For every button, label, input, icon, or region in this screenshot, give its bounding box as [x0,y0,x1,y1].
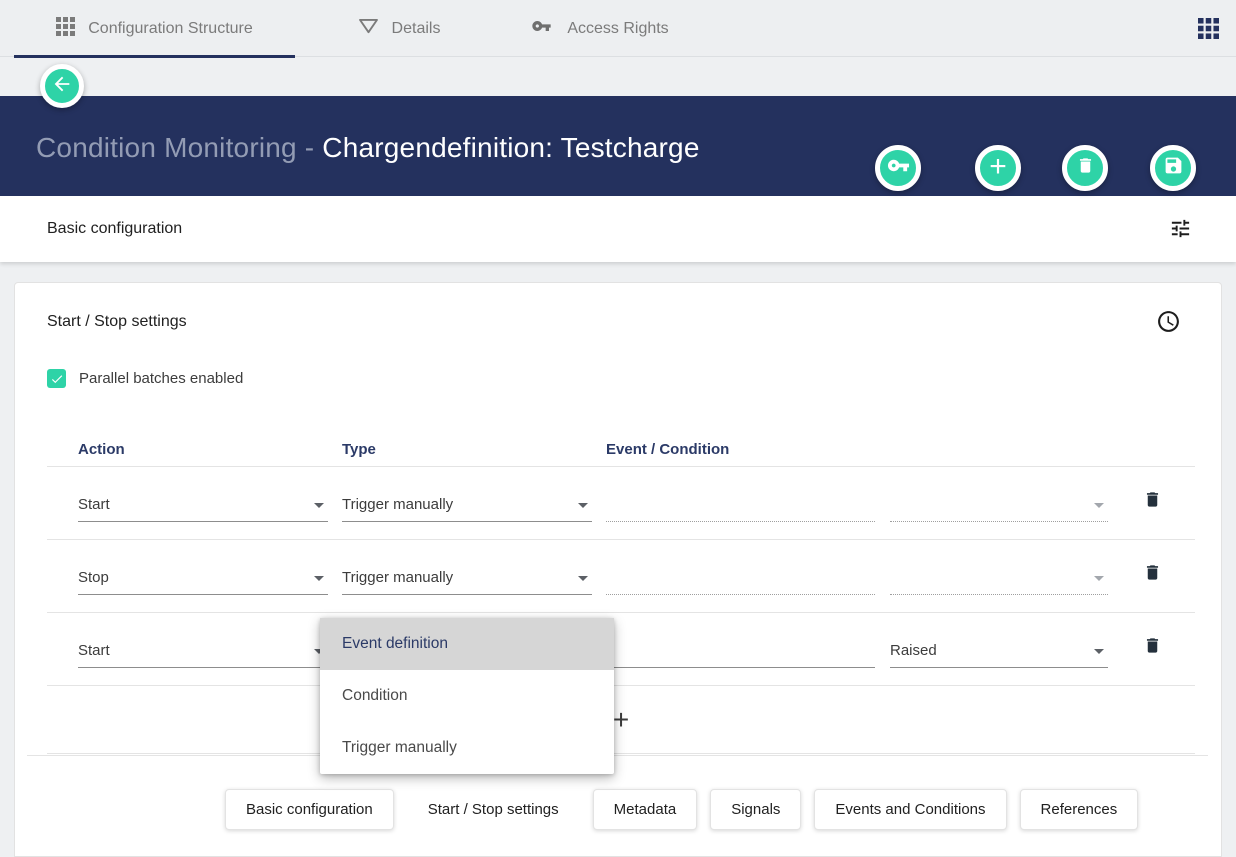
nav-chip-signals[interactable]: Signals [710,789,801,830]
back-button[interactable] [40,64,84,108]
nav-chip-basic-configuration[interactable]: Basic configuration [225,789,394,830]
table-row: Start Raised [47,613,1195,686]
tab-configuration-structure[interactable]: Configuration Structure [14,0,295,57]
page-title-main: Chargendefinition: Testcharge [322,132,699,163]
key-icon [529,16,554,41]
top-tab-bar: Configuration Structure Details Access R… [0,0,1236,57]
tab-label: Configuration Structure [88,20,253,38]
save-icon [1163,155,1184,181]
chevron-down-icon [1094,649,1104,654]
action-select[interactable]: Stop [78,557,328,595]
app-window: Configuration Structure Details Access R… [0,0,1236,857]
state-select[interactable] [890,484,1108,522]
add-button[interactable]: + [975,145,1021,191]
key-icon [887,154,910,182]
bottom-nav: Basic configuration Start / Stop setting… [225,789,1138,830]
chevron-down-icon [578,576,588,581]
column-header-type: Type [342,441,376,458]
nav-chip-references[interactable]: References [1020,789,1139,830]
menu-item-event-definition[interactable]: Event definition [320,618,614,670]
access-key-button[interactable] [875,145,921,191]
funnel-icon [358,18,379,40]
table-header-row: Action Type Event / Condition [47,441,1195,467]
start-stop-table: Action Type Event / Condition Start Trig… [47,441,1195,754]
page-title: Condition Monitoring - Chargendefinition… [36,132,700,164]
event-condition-input[interactable] [606,557,875,595]
chevron-down-icon [1094,503,1104,508]
action-value: Start [78,496,110,513]
apps-grid-icon[interactable] [1198,18,1219,44]
row-delete-button[interactable] [1143,489,1162,515]
basic-configuration-bar: Basic configuration [0,196,1236,262]
chevron-down-icon [578,503,588,508]
chevron-down-icon [1094,576,1104,581]
action-select[interactable]: Start [78,484,328,522]
checkbox-label: Parallel batches enabled [79,370,243,387]
state-select[interactable]: Raised [890,630,1108,668]
menu-item-trigger-manually[interactable]: Trigger manually [320,722,614,774]
column-header-event-condition: Event / Condition [606,441,729,458]
panel-title: Start / Stop settings [47,313,187,331]
start-stop-settings-card: Start / Stop settings Parallel batches e… [14,282,1222,857]
tab-details[interactable]: Details [338,0,460,57]
trash-icon [1076,155,1095,181]
save-button[interactable] [1150,145,1196,191]
arrow-left-icon [51,73,73,100]
tab-access-rights[interactable]: Access Rights [506,0,692,57]
row-delete-button[interactable] [1143,635,1162,661]
type-select[interactable]: Trigger manually [342,484,592,522]
page-title-prefix: Condition Monitoring - [36,132,322,163]
type-select[interactable]: Trigger manually [342,557,592,595]
page-header: Condition Monitoring - Chargendefinition… [0,96,1236,196]
tab-label: Access Rights [567,20,668,38]
type-value: Trigger manually [342,496,453,513]
checkbox-checked-icon[interactable] [47,369,66,388]
row-delete-button[interactable] [1143,562,1162,588]
tune-sliders-icon[interactable] [1169,217,1192,245]
chevron-down-icon [314,503,324,508]
nav-chip-events-and-conditions[interactable]: Events and Conditions [814,789,1006,830]
state-value: Raised [890,642,937,659]
grid-3x3-icon [56,17,75,41]
table-row: Start Trigger manually [47,467,1195,540]
type-value: Trigger manually [342,569,453,586]
add-row-button[interactable]: + [613,706,629,734]
tab-label: Details [392,20,441,38]
action-value: Stop [78,569,109,586]
event-condition-input[interactable] [606,630,875,668]
action-select[interactable]: Start [78,630,328,668]
nav-chip-start-stop-settings[interactable]: Start / Stop settings [407,789,580,830]
plus-icon: + [989,152,1007,182]
column-header-action: Action [78,441,125,458]
clock-icon[interactable] [1156,309,1181,339]
table-row: Stop Trigger manually [47,540,1195,613]
parallel-batches-checkbox-row[interactable]: Parallel batches enabled [47,369,243,388]
chevron-down-icon [314,576,324,581]
state-select[interactable] [890,557,1108,595]
add-row: + [47,686,1195,754]
delete-button[interactable] [1062,145,1108,191]
type-dropdown-menu: Event definition Condition Trigger manua… [320,618,614,774]
event-condition-input[interactable] [606,484,875,522]
nav-chip-metadata[interactable]: Metadata [593,789,698,830]
action-value: Start [78,642,110,659]
menu-item-condition[interactable]: Condition [320,670,614,722]
basic-configuration-label: Basic configuration [47,220,182,238]
bottom-divider [27,755,1208,756]
